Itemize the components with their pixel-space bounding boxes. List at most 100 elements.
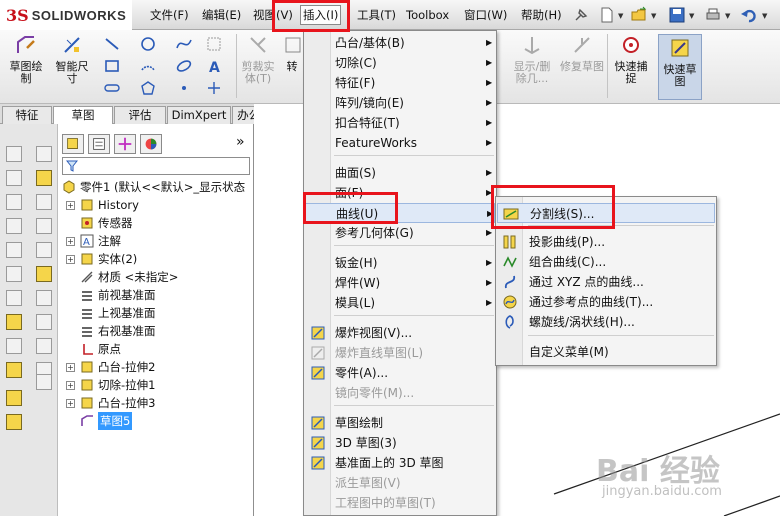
- table-grid-icon[interactable]: [36, 374, 52, 390]
- dimension-icon[interactable]: [6, 338, 22, 354]
- pin-icon[interactable]: [572, 6, 590, 24]
- submenu-item[interactable]: 通过参考点的曲线(T)...: [497, 292, 715, 312]
- configuration-manager-tab-icon[interactable]: [114, 134, 136, 154]
- sketch-icon[interactable]: [6, 314, 22, 330]
- undo-icon[interactable]: [740, 6, 758, 24]
- feature-tree-tab-icon[interactable]: [62, 134, 84, 154]
- chevron-down-icon[interactable]: ▼: [618, 12, 623, 20]
- menu-item[interactable]: FeatureWorks ▶: [305, 133, 495, 153]
- menu-item[interactable]: 凸台/基体(B) ▶: [305, 33, 495, 53]
- shell-icon[interactable]: [6, 290, 22, 306]
- menu-item[interactable]: 阵列/镜向(E) ▶: [305, 93, 495, 113]
- submenu-item[interactable]: 螺旋线/涡状线(H)...: [497, 312, 715, 332]
- arc-icon[interactable]: [140, 58, 156, 74]
- curves-icon[interactable]: [6, 414, 22, 430]
- property-manager-tab-icon[interactable]: [88, 134, 110, 154]
- rectangle-icon[interactable]: [104, 58, 120, 74]
- menu-item[interactable]: 爆炸视图(V)...: [305, 323, 495, 343]
- mass-properties-icon[interactable]: [36, 290, 52, 306]
- expand-toggle-icon[interactable]: +: [66, 255, 75, 264]
- revolve-icon[interactable]: [6, 170, 22, 186]
- rapid-sketch-button[interactable]: 快速草图: [658, 34, 702, 100]
- chevron-right-icon[interactable]: »: [236, 134, 245, 150]
- text-icon[interactable]: A: [206, 58, 222, 74]
- point-icon[interactable]: [176, 80, 192, 96]
- expand-toggle-icon[interactable]: +: [66, 237, 75, 246]
- chamfer-icon[interactable]: [6, 266, 22, 282]
- quick-snaps-button[interactable]: 快速捕捉: [610, 34, 652, 85]
- menu-item[interactable]: 曲面(S) ▶: [305, 163, 495, 183]
- tab-dimxpert[interactable]: DimXpert: [167, 106, 231, 124]
- menu-toolbox[interactable]: Toolbox: [404, 6, 451, 24]
- section-icon[interactable]: [36, 242, 52, 258]
- circle-icon[interactable]: [140, 36, 156, 52]
- menu-item[interactable]: 派生草图(V): [305, 473, 495, 493]
- menu-item[interactable]: 3D 草图(3): [305, 433, 495, 453]
- submenu-item[interactable]: 投影曲线(P)...: [497, 232, 715, 252]
- slot-icon[interactable]: [104, 80, 120, 96]
- relation-icon[interactable]: [6, 362, 22, 378]
- menu-item[interactable]: 模具(L) ▶: [305, 293, 495, 313]
- menu-item[interactable]: 钣金(H) ▶: [305, 253, 495, 273]
- extrude-icon[interactable]: [6, 146, 22, 162]
- expand-toggle-icon[interactable]: +: [66, 381, 75, 390]
- centerpoint-icon[interactable]: [206, 80, 222, 96]
- display-delete-relations-button[interactable]: 显示/删除几...: [510, 34, 554, 85]
- menu-item[interactable]: 参考几何体(G) ▶: [305, 223, 495, 243]
- menu-item[interactable]: 工程图中的草图(T): [305, 493, 495, 513]
- line-icon[interactable]: [104, 36, 120, 52]
- trim-entities-button[interactable]: 剪裁实体(T): [238, 34, 278, 85]
- chevron-down-icon[interactable]: ▼: [651, 12, 656, 20]
- smart-dimension-button[interactable]: 智能尺寸: [52, 34, 92, 85]
- chevron-down-icon[interactable]: ▼: [689, 12, 694, 20]
- submenu-item[interactable]: 通过 XYZ 点的曲线...: [497, 272, 715, 292]
- menu-edit[interactable]: 编辑(E): [200, 6, 243, 24]
- menu-item[interactable]: 焊件(W) ▶: [305, 273, 495, 293]
- filter-input[interactable]: [62, 157, 250, 175]
- expand-toggle-icon[interactable]: +: [66, 363, 75, 372]
- new-document-icon[interactable]: [598, 6, 616, 24]
- component-icon[interactable]: [36, 170, 52, 186]
- grid-icon[interactable]: [206, 36, 222, 52]
- ellipse-icon[interactable]: [176, 58, 192, 74]
- open-folder-icon[interactable]: [630, 6, 648, 24]
- menu-item[interactable]: 零件(A)...: [305, 363, 495, 383]
- menu-help[interactable]: 帮助(H): [519, 6, 564, 24]
- menu-tools[interactable]: 工具(T): [355, 6, 398, 24]
- view-icon[interactable]: [36, 218, 52, 234]
- drawing-icon[interactable]: [36, 194, 52, 210]
- menu-item[interactable]: 基准面上的 3D 草图: [305, 453, 495, 473]
- tab-sketch[interactable]: 草图: [53, 106, 113, 125]
- menu-window[interactable]: 窗口(W): [462, 6, 509, 24]
- chevron-down-icon[interactable]: ▼: [762, 12, 767, 20]
- table-icon[interactable]: [36, 146, 52, 162]
- save-icon[interactable]: [668, 6, 686, 24]
- chevron-down-icon[interactable]: ▼: [725, 12, 730, 20]
- submenu-item[interactable]: 组合曲线(C)...: [497, 252, 715, 272]
- expand-toggle-icon[interactable]: +: [66, 201, 75, 210]
- loft-icon[interactable]: [6, 218, 22, 234]
- convert-entities-button[interactable]: 转: [282, 34, 302, 73]
- reference-geometry-icon[interactable]: [6, 390, 22, 406]
- sweep-icon[interactable]: [6, 194, 22, 210]
- measure-icon[interactable]: [36, 314, 52, 330]
- tab-evaluate[interactable]: 评估: [114, 106, 166, 124]
- menu-file[interactable]: 文件(F): [148, 6, 191, 24]
- polygon-icon[interactable]: [140, 80, 156, 96]
- hole-icon[interactable]: [36, 338, 52, 354]
- spline-icon[interactable]: [176, 36, 192, 52]
- sketch-button[interactable]: 草图绘制: [6, 34, 46, 85]
- menu-item[interactable]: 爆炸直线草图(L): [305, 343, 495, 363]
- menu-item[interactable]: 镜向零件(M)...: [305, 383, 495, 403]
- menu-item[interactable]: 扣合特征(T) ▶: [305, 113, 495, 133]
- print-icon[interactable]: [704, 6, 722, 24]
- repair-sketch-button[interactable]: 修复草图: [560, 34, 604, 73]
- check-icon[interactable]: [36, 266, 52, 282]
- expand-toggle-icon[interactable]: +: [66, 399, 75, 408]
- submenu-item[interactable]: 自定义菜单(M): [497, 342, 715, 362]
- fillet-icon[interactable]: [6, 242, 22, 258]
- menu-item[interactable]: 切除(C) ▶: [305, 53, 495, 73]
- display-manager-tab-icon[interactable]: [140, 134, 162, 154]
- menu-item[interactable]: 特征(F) ▶: [305, 73, 495, 93]
- menu-item[interactable]: 草图绘制: [305, 413, 495, 433]
